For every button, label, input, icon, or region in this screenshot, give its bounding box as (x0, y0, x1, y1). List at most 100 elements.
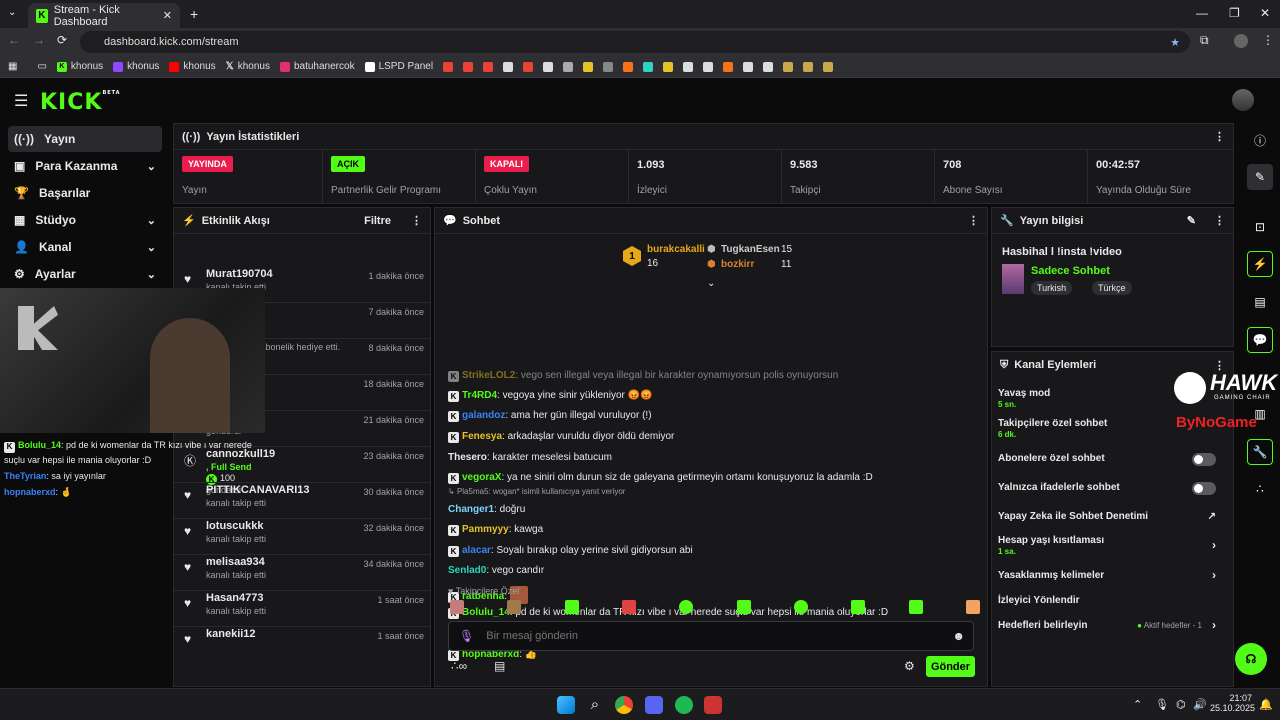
forward-icon[interactable]: → (33, 33, 45, 47)
chat-username[interactable]: galandoz (462, 410, 505, 421)
sidebar-item-para-kazanma[interactable]: ▣ Para Kazanma ⌄ (8, 153, 162, 179)
mic-tray-icon[interactable]: 🎙 (1155, 698, 1169, 711)
tray-chevron-icon[interactable]: ⌃ (1133, 698, 1142, 711)
chat-input[interactable]: 🎙 ☻ (448, 621, 974, 651)
emote[interactable] (793, 600, 808, 614)
bookmark-icon[interactable] (783, 61, 794, 72)
action-account-age[interactable]: Hesap yaşı kısıtlaması 1 sa. › (998, 535, 1228, 556)
chat-username[interactable]: Senlad0 (448, 565, 486, 576)
sidebar-item-basarilar[interactable]: 🏆 Başarılar (8, 180, 162, 206)
emote[interactable] (908, 600, 923, 614)
new-tab-icon[interactable]: + (190, 6, 198, 22)
hamburger-icon[interactable]: ☰ (14, 91, 28, 111)
action-subscribers-only[interactable]: Abonelere özel sohbet (998, 453, 1228, 466)
action-banned-words[interactable]: Yasaklanmış kelimeler › (998, 568, 1228, 582)
action-ai-moderation[interactable]: Yapay Zeka ile Sohbet Denetimi ↗ (998, 511, 1228, 522)
emote[interactable] (736, 600, 751, 614)
emote-only-toggle[interactable] (1192, 482, 1216, 495)
activity-item[interactable]: ♥ melisaa934 kanalı takip etti 34 dakika ön… (174, 556, 430, 580)
chat-username[interactable]: Thesero (448, 452, 487, 463)
emote[interactable] (965, 600, 980, 614)
sidebar-item-yayin[interactable]: ((·)) Yayın (8, 126, 162, 152)
stack-icon[interactable]: ▥ (1247, 401, 1273, 427)
bookmark-icon[interactable] (683, 61, 694, 72)
bookmark-star-icon[interactable]: ★ (1170, 36, 1180, 49)
category-thumbnail[interactable] (1002, 264, 1024, 294)
document-icon[interactable]: ▤ (1247, 289, 1273, 315)
action-emote-only[interactable]: Yalnızca ifadelerle sohbet (998, 482, 1228, 495)
chat-username[interactable]: vegoraX (462, 472, 501, 483)
chat-username[interactable]: alacar (462, 545, 491, 556)
browser-tab[interactable]: K Stream - Kick Dashboard ✕ (28, 3, 180, 28)
emote[interactable] (679, 600, 694, 614)
windows-start-icon[interactable] (557, 696, 575, 714)
address-bar[interactable]: dashboard.kick.com/stream ★ (80, 31, 1190, 53)
maximize-icon[interactable]: ❐ (1229, 6, 1240, 20)
chat-settings-icon[interactable]: ⚙ (904, 659, 915, 673)
bookmark-item[interactable]: 𝕏khonus (226, 61, 270, 72)
bookmark-icon[interactable] (763, 61, 774, 72)
volume-icon[interactable]: 🔊 (1193, 698, 1207, 711)
bookmark-icon[interactable] (623, 61, 634, 72)
edit-icon[interactable]: ✎ (1247, 164, 1273, 190)
sidebar-item-studyo[interactable]: ▦ Stüdyo ⌄ (8, 207, 162, 233)
bookmark-icon[interactable] (583, 61, 594, 72)
tab-search-icon[interactable]: ⌄ (8, 7, 16, 18)
chat-message-input[interactable] (486, 630, 927, 642)
emote[interactable] (851, 600, 866, 614)
bolt-icon[interactable]: ⚡ (1247, 251, 1273, 277)
screen-icon[interactable]: ⊡ (1247, 214, 1273, 240)
bookmark-icon[interactable] (603, 61, 614, 72)
bookmark-icon[interactable] (463, 61, 474, 72)
shop-icon[interactable]: ▤ (494, 659, 505, 673)
action-followers-only[interactable]: Takipçilere özel sohbet 6 dk. (998, 418, 1107, 439)
info-icon[interactable]: ⓘ (1247, 127, 1273, 153)
sidebar-item-ayarlar[interactable]: ⚙ Ayarlar ⌄ (8, 261, 162, 287)
chat-username[interactable]: Fenesya (462, 431, 502, 442)
profile-avatar[interactable] (1234, 34, 1248, 48)
bookmark-icon[interactable] (743, 61, 754, 72)
activity-item[interactable]: ♥ lotuscukkk kanalı takip etti 32 dakika ön… (174, 520, 430, 544)
emote[interactable] (564, 600, 579, 614)
emoji-icon[interactable]: ☻ (952, 629, 965, 643)
tag[interactable]: Turkish (1031, 281, 1073, 295)
back-icon[interactable]: ← (8, 33, 20, 47)
subscribers-only-toggle[interactable] (1192, 453, 1216, 466)
bookmark-item[interactable]: khonus (169, 61, 216, 72)
bookmark-icon[interactable] (503, 61, 514, 72)
send-button[interactable]: Gönder (926, 656, 975, 677)
activity-item[interactable]: ♥ kanekii12 1 saat önce (174, 628, 430, 646)
chat-username[interactable]: Changer1 (448, 504, 494, 515)
reload-icon[interactable]: ⟳ (57, 33, 67, 47)
category-name[interactable]: Sadece Sohbet (1031, 265, 1110, 277)
app-icon[interactable] (704, 696, 722, 714)
user-avatar[interactable] (1232, 89, 1254, 111)
sidebar-item-kanal[interactable]: 👤 Kanal ⌄ (8, 234, 162, 260)
discord-icon[interactable] (645, 696, 663, 714)
bookmark-item[interactable]: Kkhonus (56, 61, 103, 72)
bookmark-icon[interactable] (543, 61, 554, 72)
spotify-icon[interactable] (675, 696, 693, 714)
wifi-icon[interactable]: ⌬ (1176, 698, 1186, 711)
activity-item[interactable]: ♥ Hasan4773 kanalı takip etti 1 saat önce (174, 592, 430, 616)
bookmark-icon[interactable] (823, 61, 834, 72)
bookmark-icon[interactable] (663, 61, 674, 72)
more-icon[interactable]: ⋮ (1214, 130, 1225, 143)
wrench-icon[interactable]: 🔧 (1247, 439, 1273, 465)
kick-logo[interactable]: KICKBETA (40, 90, 121, 115)
emote[interactable] (450, 600, 464, 614)
bookmark-item[interactable]: batuhanercok (279, 61, 355, 72)
action-slow-mode[interactable]: Yavaş mod 5 sn. (998, 388, 1050, 409)
chrome-icon[interactable] (615, 696, 633, 714)
minimize-icon[interactable]: — (1196, 6, 1208, 20)
chat-icon[interactable]: 💬 (1247, 327, 1273, 353)
action-redirect-viewers[interactable]: İzleyici Yönlendir (998, 595, 1080, 606)
chat-username[interactable]: Tr4RD4 (462, 390, 497, 401)
notification-icon[interactable]: 🔔 (1259, 698, 1273, 711)
search-icon[interactable]: ⌕ (586, 696, 604, 714)
bookmark-icon[interactable] (563, 61, 574, 72)
tag[interactable]: Türkçe (1092, 281, 1132, 295)
expand-chevron-icon[interactable]: ⌄ (707, 278, 715, 289)
tray-clock[interactable]: 21:07 25.10.2025 (1210, 693, 1255, 713)
filter-button[interactable]: Filtre (364, 215, 391, 227)
